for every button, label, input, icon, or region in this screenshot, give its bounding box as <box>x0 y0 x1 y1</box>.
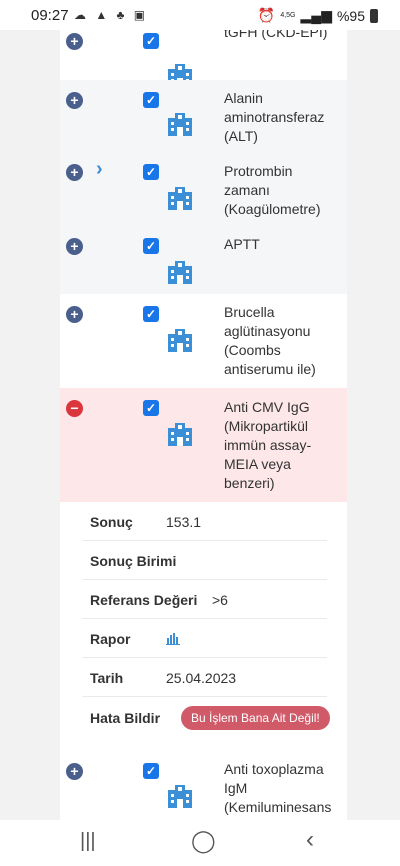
plus-circle-icon[interactable]: + <box>66 164 83 181</box>
checkbox-checked-icon[interactable]: ✓ <box>143 400 159 416</box>
bar-chart-icon[interactable] <box>166 632 180 645</box>
signal-icon: ▂▄▆ <box>300 7 332 23</box>
hospital-building-icon <box>168 261 192 284</box>
alarm-icon: ⏰ <box>257 7 276 23</box>
hospital-building-icon <box>168 785 192 808</box>
test-name: Anti toxoplazma IgM (Kemiluminesans <box>224 761 332 815</box>
result-value: 153.1 <box>166 514 202 530</box>
not-mine-button[interactable]: Bu İşlem Bana Ait Değil! <box>181 706 330 730</box>
battery-text: %95 <box>336 7 365 24</box>
reference-label: Referans Değeri <box>90 592 198 608</box>
chevron-right-icon[interactable]: › <box>96 158 103 181</box>
test-row[interactable]: + › ✓ Protrombin zamanı (Koagülometre) <box>60 152 347 224</box>
battery-icon <box>370 8 378 23</box>
plus-circle-icon[interactable]: + <box>66 306 83 323</box>
reference-value: >6 <box>212 592 228 608</box>
home-icon[interactable]: ◯ <box>191 828 216 854</box>
plus-circle-icon[interactable]: + <box>66 238 83 255</box>
checkbox-checked-icon[interactable]: ✓ <box>143 92 159 108</box>
hospital-building-icon <box>168 113 192 136</box>
result-label: Sonuç <box>90 514 133 530</box>
recent-apps-icon[interactable]: ||| <box>80 830 96 853</box>
plus-circle-icon[interactable]: + <box>66 92 83 109</box>
checkbox-checked-icon[interactable]: ✓ <box>143 238 159 254</box>
report-label: Rapor <box>90 631 131 647</box>
plus-circle-icon[interactable]: + <box>66 33 83 50</box>
system-nav-bar: ||| ◯ ‹ <box>0 820 400 866</box>
unit-label: Sonuç Birimi <box>90 553 177 569</box>
hospital-building-icon <box>168 187 192 210</box>
test-name: APTT <box>224 236 260 252</box>
test-row[interactable]: + ✓ APTT <box>60 224 347 294</box>
report-error-label: Hata Bildir <box>90 710 161 726</box>
test-name: tGFH (CKD-EPI) <box>224 30 328 40</box>
result-detail-panel: Sonuç 153.1 Sonuç Birimi Referans Değeri… <box>60 502 347 750</box>
back-icon[interactable]: ‹ <box>306 826 314 854</box>
status-time: 09:27 <box>31 7 69 24</box>
hospital-building-icon <box>168 329 192 352</box>
network-type-label: 4,5G <box>280 12 296 19</box>
test-name: Brucella aglütinasyonu (Coombs antiserum… <box>224 304 316 377</box>
result-row: Sonuç 153.1 <box>82 502 327 541</box>
minus-circle-icon[interactable]: − <box>66 400 83 417</box>
page-content: + ✓ tGFH (CKD-EPI) + ✓ Alanin aminotrans… <box>0 30 400 820</box>
hospital-building-icon <box>168 423 192 446</box>
report-row: Rapor <box>82 619 327 658</box>
test-name: Anti CMV IgG (Mikropartikül immün assay-… <box>224 399 312 491</box>
reference-row: Referans Değeri >6 <box>82 580 327 619</box>
date-value: 25.04.2023 <box>166 670 237 686</box>
plus-circle-icon[interactable]: + <box>66 763 83 780</box>
test-name: Protrombin zamanı (Koagülometre) <box>224 163 321 217</box>
test-row[interactable]: + ✓ Alanin aminotransferaz (ALT) <box>60 80 347 152</box>
test-row[interactable]: + ✓ tGFH (CKD-EPI) <box>60 30 347 87</box>
status-bar: 09:27 ☁ ▲ ♣ ▣ ⏰ 4,5G ▂▄▆ %95 <box>0 0 400 30</box>
notification-icons: ☁ ▲ ♣ ▣ <box>74 8 149 22</box>
checkbox-checked-icon[interactable]: ✓ <box>143 33 159 49</box>
unit-row: Sonuç Birimi <box>82 541 327 580</box>
checkbox-checked-icon[interactable]: ✓ <box>143 763 159 779</box>
date-label: Tarih <box>90 670 124 686</box>
test-row[interactable]: + ✓ Anti toxoplazma IgM (Kemiluminesans <box>60 750 347 820</box>
test-row-expanded[interactable]: − ✓ Anti CMV IgG (Mikropartikül immün as… <box>60 388 347 502</box>
checkbox-checked-icon[interactable]: ✓ <box>143 306 159 322</box>
checkbox-checked-icon[interactable]: ✓ <box>143 164 159 180</box>
test-row[interactable]: + ✓ Brucella aglütinasyonu (Coombs antis… <box>60 294 347 388</box>
report-error-row: Hata Bildir Bu İşlem Bana Ait Değil! <box>82 698 330 736</box>
status-right: ⏰ 4,5G ▂▄▆ %95 <box>258 7 378 24</box>
test-name: Alanin aminotransferaz (ALT) <box>224 90 325 144</box>
date-row: Tarih 25.04.2023 <box>82 658 327 697</box>
